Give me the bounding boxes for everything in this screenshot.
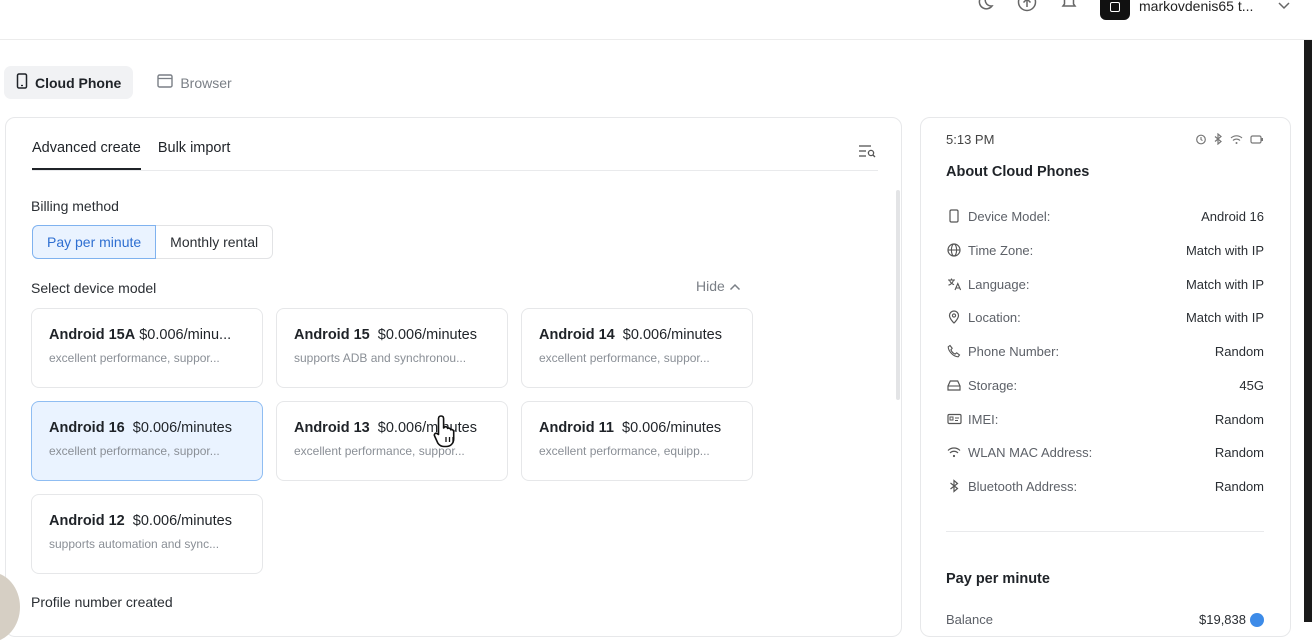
bell-icon[interactable] <box>1058 0 1080 16</box>
tab-advanced-create[interactable]: Advanced create <box>32 140 141 170</box>
device-card-android-14[interactable]: Android 14 $0.006/minutes excellent perf… <box>521 308 753 388</box>
phone-icon <box>16 73 28 92</box>
bluetooth-icon <box>1214 132 1223 150</box>
filter-search-icon[interactable] <box>858 144 876 163</box>
spec-device-model: Device Model: Android 16 <box>946 206 1264 226</box>
about-title: About Cloud Phones <box>946 164 1090 180</box>
spec-location: Location: Match with IP <box>946 307 1264 327</box>
tab-browser[interactable]: Browser <box>145 66 243 99</box>
select-device-label: Select device model <box>31 280 157 296</box>
phone-icon <box>946 209 962 223</box>
chevron-up-icon <box>729 278 741 294</box>
device-card-android-11[interactable]: Android 11 $0.006/minutes excellent perf… <box>521 401 753 481</box>
spec-imei: IMEI: Random <box>946 409 1264 429</box>
balance-label: Balance <box>946 612 993 627</box>
about-panel: 5:13 PM About Cloud Phones Device Model:… <box>920 117 1291 637</box>
hide-button[interactable]: Hide <box>696 278 741 294</box>
device-card-android-13[interactable]: Android 13 $0.006/minutes excellent perf… <box>276 401 508 481</box>
chevron-down-icon[interactable] <box>1277 0 1291 16</box>
storage-icon <box>946 379 962 391</box>
create-tabs: Advanced create Bulk import <box>32 140 230 170</box>
moon-icon[interactable] <box>974 0 996 16</box>
device-card-android-12[interactable]: Android 12 $0.006/minutes supports autom… <box>31 494 263 574</box>
scrollbar[interactable] <box>896 190 900 400</box>
tab-cloud-phone[interactable]: Cloud Phone <box>4 66 134 99</box>
spec-phone-number: Phone Number: Random <box>946 341 1264 361</box>
spec-language: Language: Match with IP <box>946 274 1264 294</box>
window-edge <box>1304 40 1312 622</box>
bluetooth-icon <box>946 479 962 493</box>
coin-icon <box>1250 612 1264 627</box>
device-card-android-16[interactable]: Android 16 $0.006/minutes excellent perf… <box>31 401 263 481</box>
balance-row: Balance $19,838 <box>946 612 1264 627</box>
device-card-android-15[interactable]: Android 15 $0.006/minutes supports ADB a… <box>276 308 508 388</box>
top-bar: markovdenis65 t... <box>0 0 1312 40</box>
billing-method-label: Billing method <box>31 198 119 214</box>
profile-number-label: Profile number created <box>31 594 173 610</box>
location-pin-icon <box>946 310 962 324</box>
spec-bluetooth-address: Bluetooth Address: Random <box>946 476 1264 496</box>
billing-method-toggle: Pay per minute Monthly rental <box>32 225 274 259</box>
alarm-icon <box>1195 132 1207 150</box>
pay-per-minute-option[interactable]: Pay per minute <box>32 225 157 259</box>
translate-icon <box>946 277 962 291</box>
pay-per-minute-title: Pay per minute <box>946 571 1050 587</box>
create-panel: Advanced create Bulk import Billing meth… <box>5 117 902 637</box>
call-icon <box>946 344 962 358</box>
status-icons <box>1195 132 1264 150</box>
tab-bulk-import[interactable]: Bulk import <box>158 140 231 170</box>
username[interactable]: markovdenis65 t... <box>1139 0 1253 14</box>
hand-cursor-icon <box>433 413 463 454</box>
globe-icon <box>946 243 962 257</box>
upload-icon[interactable] <box>1016 0 1038 16</box>
spec-storage: Storage: 45G <box>946 375 1264 395</box>
balance-value: $19,838 <box>1199 612 1246 627</box>
avatar[interactable] <box>1100 0 1130 20</box>
panel-divider <box>946 531 1264 532</box>
battery-icon <box>1250 132 1264 150</box>
mode-tabs: Cloud Phone Browser <box>4 66 244 100</box>
tabs-divider <box>32 170 878 171</box>
id-card-icon <box>946 413 962 425</box>
wifi-icon <box>946 446 962 458</box>
browser-icon <box>157 74 174 91</box>
wifi-icon <box>1230 132 1243 150</box>
spec-time-zone: Time Zone: Match with IP <box>946 240 1264 260</box>
device-card-android-15a[interactable]: Android 15A $0.006/minu... excellent per… <box>31 308 263 388</box>
status-time: 5:13 PM <box>946 132 995 147</box>
monthly-rental-option[interactable]: Monthly rental <box>156 225 274 259</box>
spec-wlan-mac: WLAN MAC Address: Random <box>946 442 1264 462</box>
